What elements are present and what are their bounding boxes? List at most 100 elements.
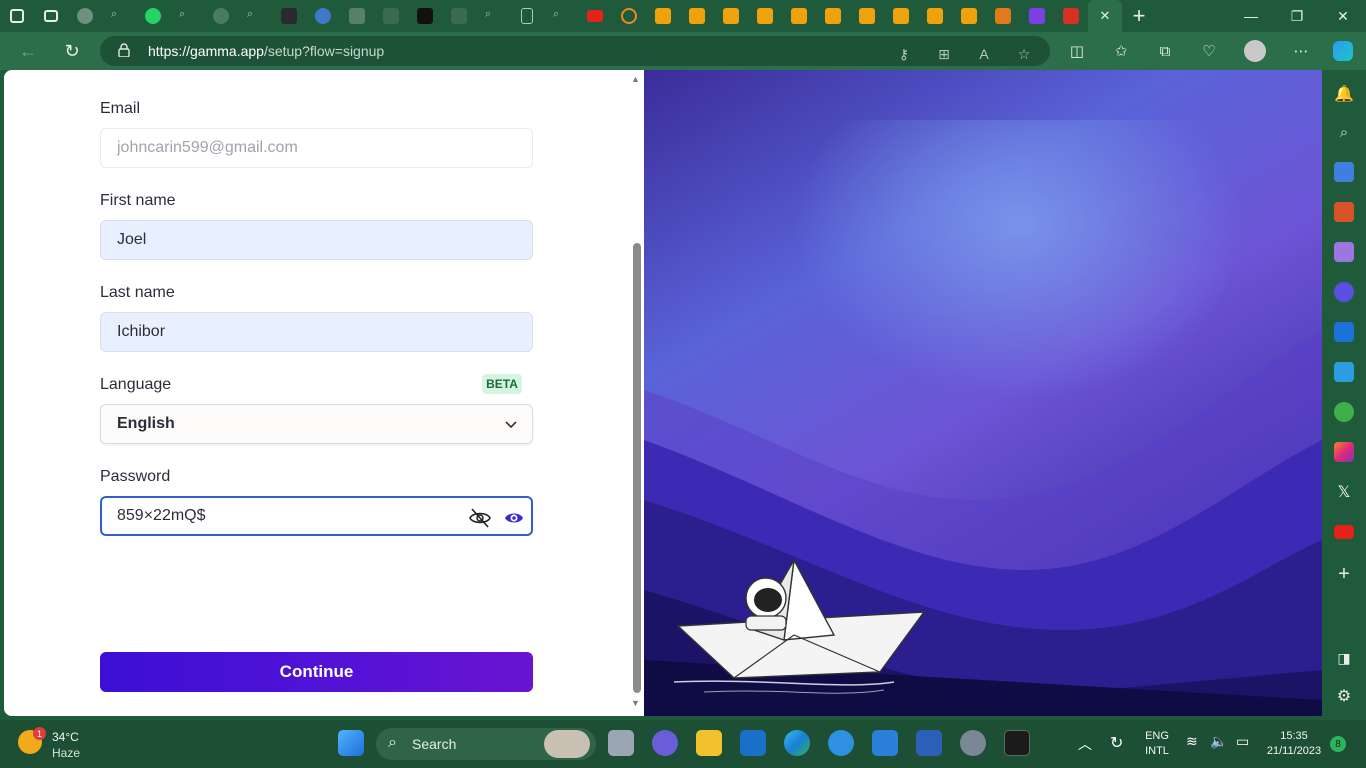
tab-site-5[interactable]	[306, 0, 340, 32]
tab-book-8[interactable]	[884, 0, 918, 32]
clock[interactable]: 15:35 21/11/2023	[1262, 730, 1326, 757]
password-label: Password	[100, 468, 171, 485]
toolbox-icon[interactable]	[1334, 202, 1354, 222]
tab-book-5[interactable]	[782, 0, 816, 32]
scrollbar-thumb[interactable]	[633, 243, 641, 693]
minimize-button[interactable]: —	[1228, 0, 1274, 32]
tab-search-4[interactable]: ⌕	[476, 0, 510, 32]
read-aloud-icon[interactable]: A	[974, 44, 994, 64]
password-field[interactable]: 859×22mQ$	[100, 496, 533, 536]
address-bar[interactable]: https://gamma.app/setup?flow=signup ⚷ ⊞ …	[100, 36, 1050, 66]
help-icon[interactable]	[828, 730, 854, 756]
split-screen-icon[interactable]: ◫	[1066, 40, 1088, 62]
new-tab-button[interactable]: +	[1122, 0, 1156, 32]
favorites-icon[interactable]: ✩	[1110, 40, 1132, 62]
store-icon[interactable]	[872, 730, 898, 756]
sidebar-settings-icon[interactable]: ⚙	[1334, 686, 1354, 706]
notification-count-badge[interactable]: 8	[1330, 736, 1346, 752]
tab-whatsapp[interactable]	[136, 0, 170, 32]
youtube-icon[interactable]	[1334, 525, 1354, 539]
sync-icon[interactable]: ↻	[1110, 733, 1123, 753]
tab-book-7[interactable]	[850, 0, 884, 32]
copilot-sidebar-icon[interactable]	[1334, 282, 1354, 302]
tab-book-9[interactable]	[918, 0, 952, 32]
first-name-field[interactable]: Joel	[100, 220, 533, 260]
chat-icon[interactable]	[652, 730, 678, 756]
favorite-star-icon[interactable]: ☆	[1014, 44, 1034, 64]
task-view-icon[interactable]	[608, 730, 634, 756]
games-icon[interactable]	[1334, 242, 1354, 262]
hide-sidebar-icon[interactable]: ◨	[1334, 648, 1354, 668]
tab-search-2[interactable]: ⌕	[170, 0, 204, 32]
send-icon[interactable]	[1334, 362, 1354, 382]
terminal-icon[interactable]	[1004, 730, 1030, 756]
tab-notion[interactable]	[408, 0, 442, 32]
tab-gmail[interactable]	[1054, 0, 1088, 32]
language-indicator[interactable]: ENG INTL	[1140, 730, 1174, 757]
wifi-icon[interactable]: ≋	[1186, 733, 1198, 750]
scroll-up-arrow[interactable]: ▲	[631, 74, 640, 84]
tab-site-7[interactable]	[374, 0, 408, 32]
tab-search-5[interactable]: ⌕	[544, 0, 578, 32]
tab-site-4[interactable]	[272, 0, 306, 32]
apps-icon[interactable]: ⊞	[934, 44, 954, 64]
tab-gamma-active[interactable]: ✕	[1088, 0, 1122, 32]
tab-book-10[interactable]	[952, 0, 986, 32]
collections-icon[interactable]: ⧉	[1154, 40, 1176, 62]
search-icon[interactable]: ⌕	[1334, 122, 1354, 142]
edge-icon[interactable]	[784, 730, 810, 756]
workspaces-icon[interactable]	[0, 0, 34, 32]
last-name-field[interactable]: Ichibor	[100, 312, 533, 352]
windows-start-icon[interactable]	[338, 730, 364, 756]
tab-chatgpt[interactable]	[68, 0, 102, 32]
restore-button[interactable]: ❐	[1274, 0, 1320, 32]
continue-button[interactable]: Continue	[100, 652, 533, 692]
word-icon[interactable]	[916, 730, 942, 756]
scroll-down-arrow[interactable]: ▼	[631, 698, 640, 708]
tab-document[interactable]	[510, 0, 544, 32]
key-icon[interactable]: ⚷	[894, 44, 914, 64]
tab-contacts[interactable]	[986, 0, 1020, 32]
shopping-tag-icon[interactable]	[1334, 162, 1354, 182]
more-menu-icon[interactable]: ⋯	[1290, 40, 1312, 62]
add-sidebar-app-icon[interactable]: +	[1334, 563, 1354, 585]
tab-book-1[interactable]	[646, 0, 680, 32]
tab-actions-icon[interactable]	[34, 0, 68, 32]
tab-book-2[interactable]	[680, 0, 714, 32]
tab-youtube[interactable]	[578, 0, 612, 32]
tab-site-6[interactable]	[340, 0, 374, 32]
lock-icon[interactable]	[118, 43, 130, 57]
outlook-icon[interactable]	[1334, 322, 1354, 342]
file-explorer-icon[interactable]	[696, 730, 722, 756]
instagram-icon[interactable]	[1334, 442, 1354, 462]
tab-search-1[interactable]: ⌕	[102, 0, 136, 32]
hp-icon[interactable]	[740, 730, 766, 756]
refresh-button[interactable]: ↻	[58, 38, 86, 64]
close-window-button[interactable]: ✕	[1320, 0, 1366, 32]
notification-bell-icon[interactable]: 🔔	[1334, 84, 1354, 104]
tab-search-3[interactable]: ⌕	[238, 0, 272, 32]
tab-site-9[interactable]	[612, 0, 646, 32]
url-text[interactable]: https://gamma.app/setup?flow=signup	[148, 43, 384, 59]
back-button[interactable]: ←	[14, 38, 42, 64]
x-twitter-icon[interactable]: 𝕏	[1334, 482, 1354, 502]
volume-icon[interactable]: 🔈	[1210, 733, 1227, 750]
tab-site-3[interactable]	[204, 0, 238, 32]
tab-book-6[interactable]	[816, 0, 850, 32]
tab-book-4[interactable]	[748, 0, 782, 32]
taskbar-search[interactable]: ⌕ Search	[376, 728, 596, 760]
settings-icon[interactable]	[960, 730, 986, 756]
show-hidden-icons-chevron[interactable]: ︿	[1078, 734, 1092, 754]
email-field[interactable]: johncarin599@gmail.com	[100, 128, 533, 168]
tab-site-8[interactable]	[442, 0, 476, 32]
battery-icon[interactable]: ▭	[1236, 733, 1249, 750]
show-password-icon[interactable]	[504, 508, 524, 528]
tab-site-10[interactable]	[1020, 0, 1054, 32]
profile-avatar[interactable]	[1244, 40, 1266, 62]
language-select[interactable]: English	[100, 404, 533, 444]
performance-icon[interactable]: ♡	[1198, 40, 1220, 62]
tab-book-3[interactable]	[714, 0, 748, 32]
eye-off-icon[interactable]	[468, 506, 492, 530]
tree-icon[interactable]	[1334, 402, 1354, 422]
copilot-icon[interactable]	[1332, 40, 1354, 62]
